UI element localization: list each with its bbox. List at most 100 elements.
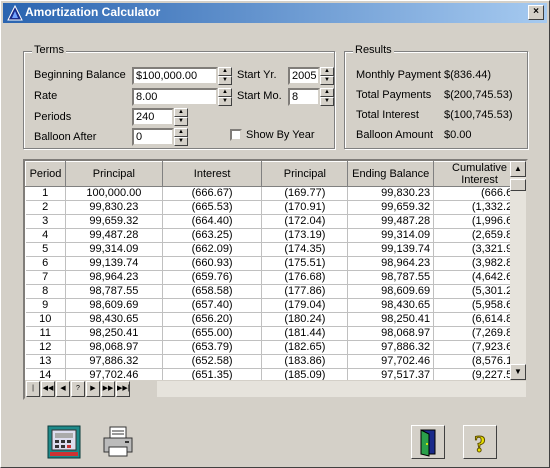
table-cell[interactable]: 98,250.41 xyxy=(65,326,163,341)
table-cell[interactable]: 98,787.55 xyxy=(65,284,163,299)
column-header[interactable]: Period xyxy=(25,161,66,187)
table-cell[interactable]: 99,830.23 xyxy=(347,186,435,201)
scroll-up-icon[interactable]: ▲ xyxy=(510,161,526,177)
table-cell[interactable]: (180.24) xyxy=(261,312,349,327)
show-by-year-checkbox[interactable] xyxy=(230,129,242,141)
table-cell[interactable]: 12 xyxy=(25,340,66,355)
table-row[interactable]: 9 98,609.69 (657.40) (179.04) 98,430.65 (5,95… xyxy=(25,298,526,313)
table-cell[interactable]: (173.19) xyxy=(261,228,349,243)
table-cell[interactable]: 98,964.23 xyxy=(347,256,435,271)
table-row[interactable]: 7 98,964.23 (659.76) (176.68) 98,787.55 (4,64… xyxy=(25,270,526,285)
nav-last-icon[interactable]: ▶▶| xyxy=(116,381,130,397)
table-cell[interactable]: (183.86) xyxy=(261,354,349,369)
table-cell[interactable]: 99,139.74 xyxy=(347,242,435,257)
table-cell[interactable]: (181.44) xyxy=(261,326,349,341)
table-row[interactable]: 1 100,000.00 (666.67) (169.77) 99,830.23 (666… xyxy=(25,186,526,201)
column-header[interactable]: Interest xyxy=(161,161,263,187)
nav-prev-icon[interactable]: ◀ xyxy=(56,381,70,397)
table-row[interactable]: 4 99,487.28 (663.25) (173.19) 99,314.09 (2,65… xyxy=(25,228,526,243)
table-cell[interactable]: 1 xyxy=(25,186,66,201)
table-row[interactable]: 3 99,659.32 (664.40) (172.04) 99,487.28 (1,99… xyxy=(25,214,526,229)
table-cell[interactable]: 99,487.28 xyxy=(347,214,435,229)
beginning-balance-spinner[interactable]: ▲ ▼ xyxy=(218,67,232,85)
table-cell[interactable]: 5 xyxy=(25,242,66,257)
table-cell[interactable]: (653.79) xyxy=(162,340,263,355)
table-cell[interactable]: 2 xyxy=(25,200,66,215)
scroll-thumb[interactable] xyxy=(510,179,526,191)
show-by-year-label[interactable]: Show By Year xyxy=(246,129,315,141)
table-cell[interactable]: 97,886.32 xyxy=(65,354,163,369)
table-cell[interactable]: 8 xyxy=(25,284,66,299)
table-cell[interactable]: 98,068.97 xyxy=(65,340,163,355)
table-cell[interactable]: (169.77) xyxy=(261,186,349,201)
table-cell[interactable]: (177.86) xyxy=(261,284,349,299)
table-cell[interactable]: 98,250.41 xyxy=(347,312,435,327)
balloon-after-field[interactable]: 0 xyxy=(132,128,174,146)
table-cell[interactable]: (652.58) xyxy=(162,354,263,369)
table-row[interactable]: 6 99,139.74 (660.93) (175.51) 98,964.23 (3,98… xyxy=(25,256,526,271)
close-button[interactable]: × xyxy=(528,5,544,20)
table-cell[interactable]: 98,430.65 xyxy=(347,298,435,313)
rate-spinner[interactable]: ▲ ▼ xyxy=(218,88,232,106)
table-cell[interactable]: 10 xyxy=(25,312,66,327)
nav-help-icon[interactable]: ? xyxy=(71,381,85,397)
table-cell[interactable]: (174.35) xyxy=(261,242,349,257)
table-row[interactable]: 10 98,430.65 (656.20) (180.24) 98,250.41 (6,6… xyxy=(25,312,526,327)
table-cell[interactable]: (176.68) xyxy=(261,270,349,285)
table-cell[interactable]: (655.00) xyxy=(162,326,263,341)
table-cell[interactable]: (172.04) xyxy=(261,214,349,229)
table-cell[interactable]: (666.67) xyxy=(162,186,263,201)
table-cell[interactable]: 98,964.23 xyxy=(65,270,163,285)
table-row[interactable]: 13 97,886.32 (652.58) (183.86) 97,702.46 (8,5… xyxy=(25,354,526,369)
table-cell[interactable]: 99,314.09 xyxy=(347,228,435,243)
table-cell[interactable]: (182.65) xyxy=(261,340,349,355)
nav-first-icon[interactable]: |◀◀ xyxy=(26,381,40,397)
table-cell[interactable]: 98,609.69 xyxy=(347,284,435,299)
table-cell[interactable]: (657.40) xyxy=(162,298,263,313)
column-header[interactable]: Principal xyxy=(261,161,349,187)
table-cell[interactable]: (170.91) xyxy=(261,200,349,215)
table-cell[interactable]: 11 xyxy=(25,326,66,341)
table-cell[interactable]: 99,659.32 xyxy=(347,200,435,215)
table-cell[interactable]: 98,787.55 xyxy=(347,270,435,285)
table-cell[interactable]: 97,702.46 xyxy=(347,354,435,369)
periods-spinner[interactable]: ▲ ▼ xyxy=(174,108,188,126)
table-cell[interactable]: (175.51) xyxy=(261,256,349,271)
table-cell[interactable]: 98,609.69 xyxy=(65,298,163,313)
table-cell[interactable]: (179.04) xyxy=(261,298,349,313)
start-mo-field[interactable]: 8 xyxy=(288,88,320,106)
start-yr-field[interactable]: 2005 xyxy=(288,67,320,85)
table-cell[interactable]: (660.93) xyxy=(162,256,263,271)
table-cell[interactable]: 98,068.97 xyxy=(347,326,435,341)
table-cell[interactable]: 99,487.28 xyxy=(65,228,163,243)
table-cell[interactable]: (663.25) xyxy=(162,228,263,243)
table-cell[interactable]: (658.58) xyxy=(162,284,263,299)
column-header[interactable]: Ending Balance xyxy=(347,161,435,187)
amortization-grid[interactable]: Period Principal Interest Principal Ending B… xyxy=(23,159,528,400)
table-cell[interactable]: (665.53) xyxy=(162,200,263,215)
start-yr-spinner[interactable]: ▲ ▼ xyxy=(320,67,334,85)
table-cell[interactable]: 6 xyxy=(25,256,66,271)
table-cell[interactable]: 9 xyxy=(25,298,66,313)
table-row[interactable]: 12 98,068.97 (653.79) (182.65) 97,886.32 (7,9… xyxy=(25,340,526,355)
table-cell[interactable]: 3 xyxy=(25,214,66,229)
title-bar[interactable]: Amortization Calculator × xyxy=(3,3,547,23)
table-cell[interactable]: (656.20) xyxy=(162,312,263,327)
table-cell[interactable]: 7 xyxy=(25,270,66,285)
vertical-scrollbar[interactable]: ▲ ▼ xyxy=(510,161,526,380)
exit-button[interactable] xyxy=(411,425,445,459)
table-row[interactable]: 2 99,830.23 (665.53) (170.91) 99,659.32 (1,33… xyxy=(25,200,526,215)
table-cell[interactable]: 99,830.23 xyxy=(65,200,163,215)
table-cell[interactable]: 99,139.74 xyxy=(65,256,163,271)
print-button[interactable] xyxy=(101,425,135,459)
table-row[interactable]: 8 98,787.55 (658.58) (177.86) 98,609.69 (5,30… xyxy=(25,284,526,299)
table-cell[interactable]: 98,430.65 xyxy=(65,312,163,327)
table-cell[interactable]: (659.76) xyxy=(162,270,263,285)
table-cell[interactable]: 97,886.32 xyxy=(347,340,435,355)
start-mo-spinner[interactable]: ▲ ▼ xyxy=(320,88,334,106)
table-row[interactable]: 11 98,250.41 (655.00) (181.44) 98,068.97 (7,2… xyxy=(25,326,526,341)
nav-next-icon[interactable]: ▶ xyxy=(86,381,100,397)
calculate-button[interactable] xyxy=(47,425,81,459)
beginning-balance-field[interactable]: $100,000.00 xyxy=(132,67,218,85)
nav-prev-page-icon[interactable]: ◀◀ xyxy=(41,381,55,397)
